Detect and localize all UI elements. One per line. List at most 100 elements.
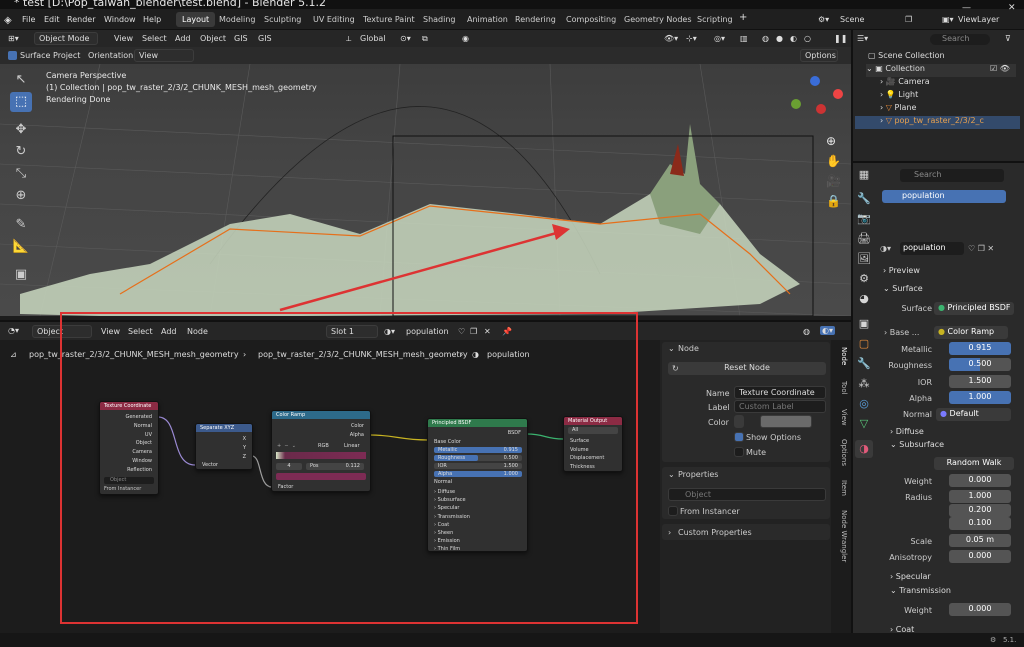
ramp-mode[interactable]: RGB [318, 443, 329, 449]
diffuse-section[interactable]: › Diffuse [890, 427, 924, 436]
texcoord-from-instancer[interactable]: From Instancer [104, 486, 141, 492]
menu-edit[interactable]: Edit [44, 15, 60, 24]
tab-scripting[interactable]: Scripting [691, 12, 739, 27]
menu-window[interactable]: Window [104, 15, 136, 24]
sidebar-tab-item[interactable]: Item [834, 477, 848, 499]
normal-field[interactable]: ● Default [936, 408, 1011, 421]
surface-shader-field[interactable]: ● Principled BSDF [934, 302, 1014, 315]
editor-type-icon[interactable]: ⊞▾ [8, 34, 19, 43]
transform-tool-icon[interactable]: ⊕ [10, 186, 32, 206]
shader-type-dropdown[interactable]: Object [32, 325, 92, 338]
menu-render[interactable]: Render [67, 15, 95, 24]
props-editor-type-icon[interactable]: ▦ [855, 166, 873, 184]
render-props-icon[interactable]: 📷 [855, 210, 873, 228]
sidebar-tab-tool[interactable]: Tool [834, 377, 848, 399]
preview-section[interactable]: › Preview [883, 266, 920, 275]
sidebar-tab-node[interactable]: Node [834, 345, 848, 367]
scene-name[interactable]: Scene [840, 15, 864, 24]
tab-shading[interactable]: Shading [417, 12, 462, 27]
tab-compositing[interactable]: Compositing [560, 12, 622, 27]
sss-weight-field[interactable]: 0.000 [949, 474, 1011, 487]
ior-field[interactable]: 1.500 [949, 375, 1011, 388]
slot-dropdown[interactable]: Slot 1 [326, 325, 378, 338]
outliner-plane[interactable]: › ▽ Plane [880, 103, 1024, 116]
node-menu-view[interactable]: View [101, 327, 120, 336]
base-color-field[interactable]: ● Color Ramp [934, 326, 1008, 339]
particles-props-icon[interactable]: ⁂ [855, 375, 873, 393]
orientation-dropdown[interactable]: Global [360, 34, 386, 43]
output-props-icon[interactable]: 🖨 [855, 230, 873, 248]
bsdf-metallic-slider[interactable]: Metallic 0.915 [434, 447, 522, 453]
add-cube-tool-icon[interactable]: ▣ [10, 265, 32, 285]
physics-props-icon[interactable]: ◎ [855, 395, 873, 413]
mute-checkbox[interactable] [734, 447, 744, 457]
bsdf-panel-specular[interactable]: › Specular [434, 504, 470, 512]
metallic-field[interactable]: 0.915 [949, 342, 1011, 355]
bsdf-roughness-slider[interactable]: Roughness 0.500 [434, 455, 522, 461]
tab-layout[interactable]: Layout [176, 12, 216, 27]
rotate-tool-icon[interactable]: ↻ [10, 142, 32, 162]
zoom-icon[interactable]: ⊕ [826, 134, 836, 148]
node-menu-add[interactable]: Add [161, 327, 177, 336]
outliner-search[interactable]: Search [930, 34, 990, 45]
anisotropy-field[interactable]: 0.000 [949, 550, 1011, 563]
properties-title[interactable]: Properties [678, 470, 718, 479]
minimize-icon[interactable]: — [962, 3, 971, 13]
bsdf-panel-sheen[interactable]: › Sheen [434, 529, 470, 537]
outliner-scene-collection[interactable]: ▢ Scene Collection [868, 51, 1024, 64]
duplicate-material-icon[interactable]: ❐ [470, 327, 477, 336]
bsdf-panel-diffuse[interactable]: › Diffuse [434, 488, 470, 496]
menu-help[interactable]: Help [143, 15, 161, 24]
bsdf-ior-field[interactable]: IOR 1.500 [434, 463, 522, 469]
scene-props-icon[interactable]: ⚙ [855, 270, 873, 288]
node-panel-title[interactable]: Node [678, 344, 699, 353]
viewlayer-name[interactable]: ViewLayer [958, 15, 999, 24]
unlink-material-icon[interactable]: ✕ [484, 327, 491, 336]
collection-props-icon[interactable]: ▣ [855, 315, 873, 333]
tab-uv-editing[interactable]: UV Editing [307, 12, 361, 27]
node-color-checkbox[interactable] [734, 415, 744, 428]
bsdf-panel-thin-film[interactable]: › Thin Film [434, 545, 470, 553]
measure-tool-icon[interactable]: 📐 [10, 237, 32, 257]
camera-view-icon[interactable]: 🎥 [826, 174, 841, 188]
surface-section[interactable]: ⌄ Surface [883, 284, 923, 293]
filter-icon[interactable]: ⊽ [1005, 34, 1011, 43]
gizmo-icon[interactable]: ⊹▾ [686, 34, 697, 43]
node-texture-coordinate[interactable]: Texture Coordinate Generated Normal UV O… [99, 401, 159, 495]
surface-project-checkbox[interactable] [8, 51, 17, 60]
move-tool-icon[interactable]: ✥ [10, 120, 32, 140]
gizmo-z-icon[interactable] [810, 76, 820, 86]
sidebar-tab-options[interactable]: Options [834, 437, 848, 469]
node-panel-chevron-icon[interactable]: ⌄ [668, 344, 675, 353]
shading-wire-icon[interactable]: ◍ [762, 34, 769, 43]
visibility-eye-icon[interactable]: ☑ 👁 [990, 64, 1020, 77]
menu-add[interactable]: Add [175, 34, 191, 43]
from-instancer-checkbox[interactable] [668, 506, 678, 516]
overlay-icon[interactable]: ◎▾ [714, 34, 725, 43]
menu-gis[interactable]: GIS [234, 34, 248, 43]
menu-select[interactable]: Select [142, 34, 167, 43]
shading-material-icon[interactable]: ◐ [790, 34, 797, 43]
tool-props-icon[interactable]: 🔧 [855, 190, 873, 208]
node-color-ramp[interactable]: Color Ramp Color Alpha + − ⌄ RGB Linear … [271, 410, 371, 492]
shading-solid-icon[interactable]: ● [776, 34, 783, 43]
snap-icon[interactable]: ⧉ [422, 34, 428, 44]
orientation-select[interactable]: View [134, 49, 194, 62]
material-slot-item[interactable]: population [882, 190, 1006, 203]
pin-icon[interactable]: 📌 [502, 327, 512, 336]
custom-properties-title[interactable]: Custom Properties [678, 528, 752, 537]
node-principled-bsdf[interactable]: Principled BSDF BSDF Base Color Metallic… [427, 418, 528, 552]
props-search[interactable]: Search [900, 169, 1004, 182]
object-field[interactable]: Object [668, 488, 826, 501]
menu-object[interactable]: Object [200, 34, 226, 43]
reset-node-button[interactable]: Reset Node [668, 362, 826, 375]
scene-icon[interactable]: ⚙▾ [818, 15, 829, 24]
radius-g-field[interactable]: 0.200 [949, 504, 1011, 517]
tab-animation[interactable]: Animation [461, 12, 514, 27]
close-icon[interactable]: ✕ [1008, 3, 1016, 13]
radius-r-field[interactable]: 1.000 [949, 490, 1011, 503]
xray-icon[interactable]: ▥ [740, 34, 748, 43]
new-scene-icon[interactable]: ❐ [905, 15, 912, 24]
breadcrumb-mesh[interactable]: pop_tw_raster_2/3/2_CHUNK_MESH_mesh_geom… [258, 350, 468, 359]
node-menu-node[interactable]: Node [187, 327, 208, 336]
